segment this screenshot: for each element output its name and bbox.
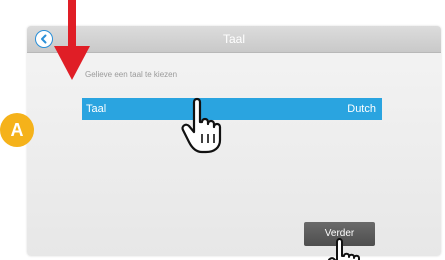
arrow-down-icon [54, 0, 90, 80]
language-label: Taal [86, 103, 107, 115]
prompt-text: Gelieve een taal te kiezen [85, 70, 178, 79]
language-value: Dutch [347, 103, 376, 115]
hand-pointer-icon [181, 97, 222, 154]
callout-badge: A [0, 113, 34, 147]
language-select-row[interactable]: Taal Dutch [82, 98, 382, 120]
hand-pointer-icon [328, 238, 360, 260]
